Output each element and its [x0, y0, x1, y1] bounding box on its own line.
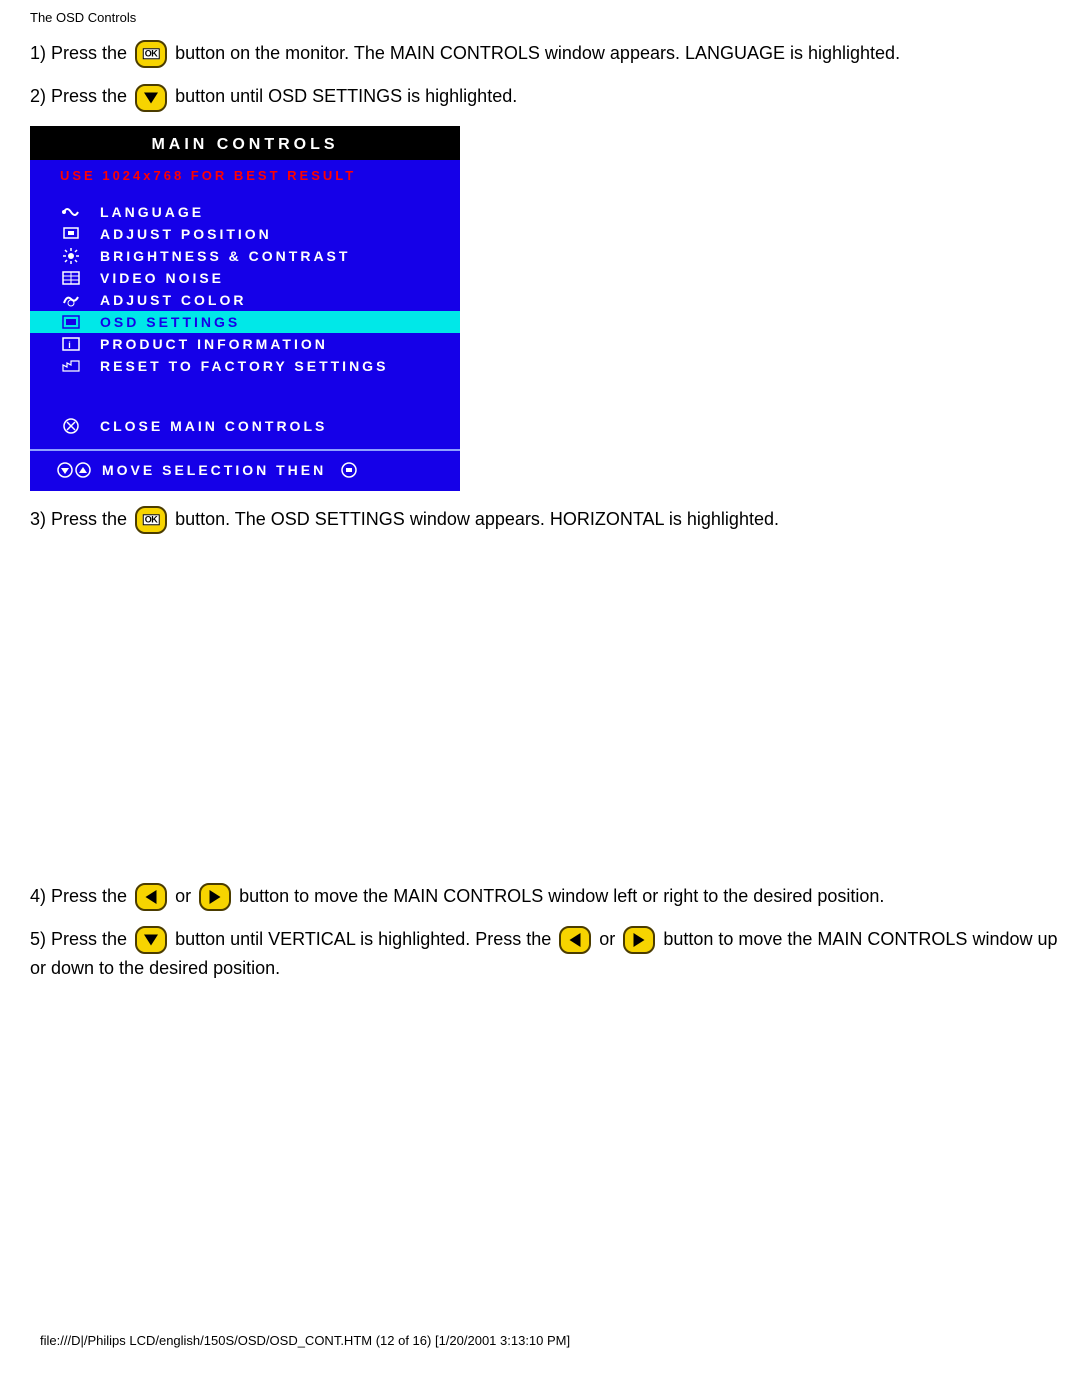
osd-close-label: CLOSE MAIN CONTROLS [100, 418, 327, 434]
osd-footer-label: MOVE SELECTION THEN [102, 462, 326, 478]
step-5-text-a: 5) Press the [30, 929, 132, 949]
ok-button-icon: OK [135, 506, 167, 534]
osd-settings-icon [60, 313, 82, 331]
color-icon [60, 291, 82, 309]
down-button-icon [135, 926, 167, 954]
step-1: 1) Press the OK button on the monitor. T… [30, 39, 1060, 68]
nav-ok-icon [340, 461, 358, 479]
factory-icon [60, 357, 82, 375]
info-icon: i [60, 335, 82, 353]
osd-close-row: CLOSE MAIN CONTROLS [30, 395, 460, 449]
osd-item-adjust-position: ADJUST POSITION [30, 223, 460, 245]
osd-item-label: OSD SETTINGS [100, 314, 240, 330]
osd-item-product-information: i PRODUCT INFORMATION [30, 333, 460, 355]
osd-item-label: VIDEO NOISE [100, 270, 224, 286]
step-3: 3) Press the OK button. The OSD SETTINGS… [30, 505, 1060, 534]
osd-item-label: BRIGHTNESS & CONTRAST [100, 248, 350, 264]
step-3-text-a: 3) Press the [30, 509, 132, 529]
osd-item-label: ADJUST COLOR [100, 292, 246, 308]
step-4-text-b: button to move the MAIN CONTROLS window … [239, 886, 884, 906]
osd-resolution-hint: USE 1024x768 FOR BEST RESULT [30, 166, 460, 201]
step-5-text-b: button until VERTICAL is highlighted. Pr… [175, 929, 556, 949]
page-footer: file:///D|/Philips LCD/english/150S/OSD/… [30, 1333, 1060, 1348]
step-1-text-a: 1) Press the [30, 43, 132, 63]
step-4: 4) Press the or button to move the MAIN … [30, 882, 1060, 911]
noise-icon [60, 269, 82, 287]
left-button-icon [559, 926, 591, 954]
position-icon [60, 225, 82, 243]
osd-item-brightness-contrast: BRIGHTNESS & CONTRAST [30, 245, 460, 267]
down-button-icon [135, 84, 167, 112]
osd-item-label: PRODUCT INFORMATION [100, 336, 328, 352]
brightness-icon [60, 247, 82, 265]
left-button-icon [135, 883, 167, 911]
osd-item-reset-factory: RESET TO FACTORY SETTINGS [30, 355, 460, 377]
step-4-text-a: 4) Press the [30, 886, 132, 906]
osd-item-label: LANGUAGE [100, 204, 204, 220]
step-3-text-b: button. The OSD SETTINGS window appears.… [175, 509, 779, 529]
step-2-text-a: 2) Press the [30, 86, 132, 106]
nav-up-icon [74, 461, 92, 479]
step-5: 5) Press the button until VERTICAL is hi… [30, 925, 1060, 983]
osd-menu: LANGUAGE ADJUST POSITION BRIGHTNESS & CO… [30, 201, 460, 395]
osd-item-label: RESET TO FACTORY SETTINGS [100, 358, 388, 374]
osd-item-osd-settings: OSD SETTINGS [30, 311, 460, 333]
close-icon [60, 417, 82, 435]
osd-screenshot: MAIN CONTROLS USE 1024x768 FOR BEST RESU… [30, 126, 460, 491]
step-5-or: or [599, 929, 620, 949]
step-4-or: or [175, 886, 196, 906]
osd-item-adjust-color: ADJUST COLOR [30, 289, 460, 311]
svg-text:i: i [68, 340, 74, 350]
right-button-icon [623, 926, 655, 954]
osd-item-label: ADJUST POSITION [100, 226, 272, 242]
ok-button-icon: OK [135, 40, 167, 68]
osd-item-video-noise: VIDEO NOISE [30, 267, 460, 289]
right-button-icon [199, 883, 231, 911]
nav-down-icon [56, 461, 74, 479]
step-2-text-b: button until OSD SETTINGS is highlighted… [175, 86, 517, 106]
step-1-text-b: button on the monitor. The MAIN CONTROLS… [175, 43, 900, 63]
osd-title: MAIN CONTROLS [30, 132, 460, 160]
step-2: 2) Press the button until OSD SETTINGS i… [30, 82, 1060, 111]
language-icon [60, 203, 82, 221]
page-header: The OSD Controls [30, 10, 1060, 25]
osd-footer: MOVE SELECTION THEN [30, 449, 460, 491]
osd-item-language: LANGUAGE [30, 201, 460, 223]
